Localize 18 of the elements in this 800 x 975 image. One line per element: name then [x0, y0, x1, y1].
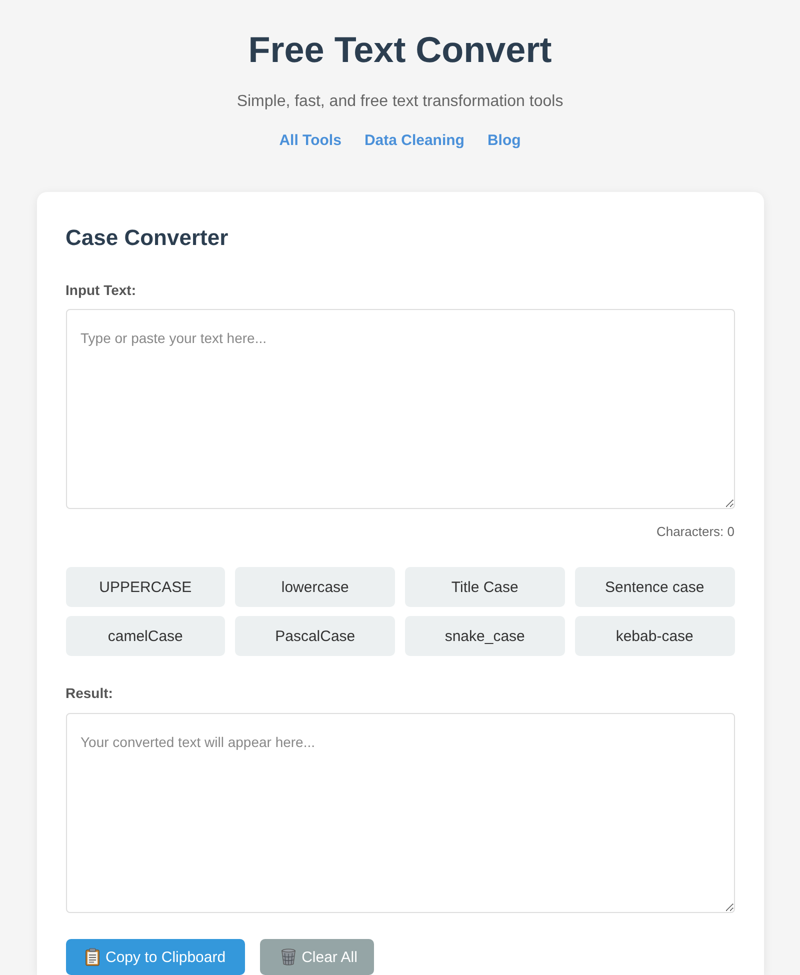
- tool-title: Case Converter: [66, 224, 228, 252]
- trash-can-icon: [280, 948, 296, 966]
- case-button[interactable]: Title Case: [405, 567, 565, 607]
- case-button[interactable]: PascalCase: [235, 616, 395, 656]
- clipboard-icon: [84, 948, 100, 966]
- input-field[interactable]: Type or paste your text here...: [66, 309, 734, 509]
- input-label: Input Text:: [66, 281, 136, 300]
- result-label: Result:: [66, 684, 113, 703]
- site-title: Free Text Convert: [248, 28, 552, 72]
- character-count: Characters: 0: [656, 523, 734, 541]
- site-tagline: Simple, fast, and free text transformation tools: [236, 92, 564, 112]
- case-button[interactable]: lowercase: [235, 567, 395, 607]
- case-button[interactable]: camelCase: [66, 616, 226, 656]
- case-button[interactable]: UPPERCASE: [66, 567, 226, 607]
- case-button[interactable]: Sentence case: [574, 567, 734, 607]
- result-field[interactable]: Your converted text will appear here...: [66, 713, 734, 913]
- case-button[interactable]: snake_case: [405, 616, 565, 656]
- case-button[interactable]: kebab-case: [574, 616, 734, 656]
